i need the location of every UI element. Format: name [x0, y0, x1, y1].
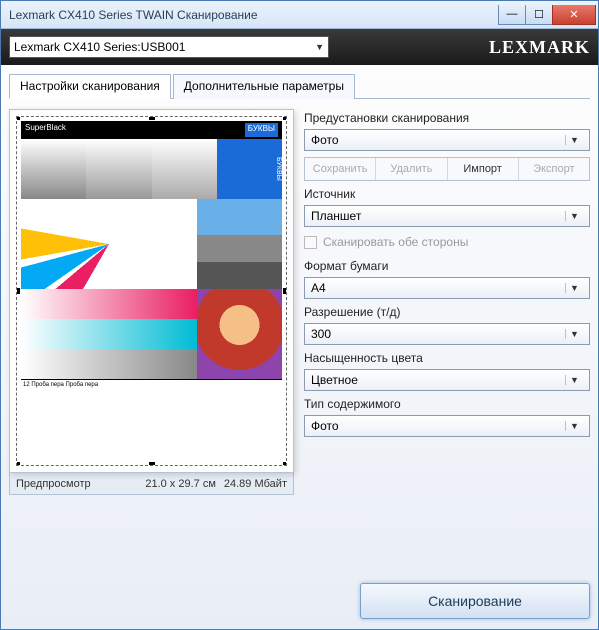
- chevron-down-icon: ▼: [565, 135, 583, 145]
- duplex-label: Сканировать обе стороны: [323, 235, 468, 249]
- brand-logo: LEXMARK: [489, 37, 590, 58]
- chevron-down-icon: ▼: [315, 42, 324, 52]
- preview-column: SuperBlackБУКВЫ БУКВЫ 12 Проба пера Проб…: [9, 109, 294, 583]
- chevron-down-icon: ▼: [565, 421, 583, 431]
- body: Настройки сканирования Дополнительные па…: [1, 65, 598, 629]
- preview-frame: SuperBlackБУКВЫ БУКВЫ 12 Проба пера Проб…: [9, 109, 294, 473]
- device-select-value: Lexmark CX410 Series:USB001: [14, 40, 185, 54]
- preview-status-bar: Предпросмотр 21.0 x 29.7 см 24.89 Мбайт: [9, 473, 294, 495]
- preset-select[interactable]: Фото ▼: [304, 129, 590, 151]
- source-label: Источник: [304, 187, 590, 201]
- import-button[interactable]: Импорт: [448, 158, 519, 180]
- duplex-checkbox-row: Сканировать обе стороны: [304, 235, 590, 249]
- window-title: Lexmark CX410 Series TWAIN Сканирование: [9, 8, 499, 22]
- color-select[interactable]: Цветное ▼: [304, 369, 590, 391]
- crop-handle[interactable]: [16, 116, 20, 120]
- titlebar: Lexmark CX410 Series TWAIN Сканирование …: [1, 1, 598, 29]
- settings-column: Предустановки сканирования Фото ▼ Сохран…: [304, 109, 590, 583]
- preset-label: Предустановки сканирования: [304, 111, 590, 125]
- tab-advanced[interactable]: Дополнительные параметры: [173, 74, 355, 99]
- preset-buttons: Сохранить Удалить Импорт Экспорт: [304, 157, 590, 181]
- delete-button[interactable]: Удалить: [376, 158, 447, 180]
- scan-button[interactable]: Сканирование: [360, 583, 590, 619]
- chevron-down-icon: ▼: [565, 283, 583, 293]
- tabs: Настройки сканирования Дополнительные па…: [9, 73, 590, 99]
- main-window: Lexmark CX410 Series TWAIN Сканирование …: [0, 0, 599, 630]
- source-select[interactable]: Планшет ▼: [304, 205, 590, 227]
- chevron-down-icon: ▼: [565, 329, 583, 339]
- crop-handle[interactable]: [283, 288, 287, 294]
- chevron-down-icon: ▼: [565, 211, 583, 221]
- crop-handle[interactable]: [16, 462, 20, 466]
- minimize-button[interactable]: —: [498, 5, 526, 25]
- preview-label: Предпросмотр: [16, 478, 91, 490]
- duplex-checkbox[interactable]: [304, 236, 317, 249]
- tab-scan-settings[interactable]: Настройки сканирования: [9, 74, 171, 99]
- export-button[interactable]: Экспорт: [519, 158, 589, 180]
- content-type-label: Тип содержимого: [304, 397, 590, 411]
- device-bar: Lexmark CX410 Series:USB001 ▼ LEXMARK: [1, 29, 598, 65]
- preview-image[interactable]: SuperBlackБУКВЫ БУКВЫ 12 Проба пера Проб…: [16, 116, 287, 466]
- preview-dimensions: 21.0 x 29.7 см: [145, 478, 216, 490]
- content: SuperBlackБУКВЫ БУКВЫ 12 Проба пера Проб…: [9, 99, 590, 583]
- test-page: SuperBlackБУКВЫ БУКВЫ 12 Проба пера Проб…: [21, 121, 282, 461]
- crop-handle[interactable]: [283, 462, 287, 466]
- paper-label: Формат бумаги: [304, 259, 590, 273]
- crop-handle[interactable]: [149, 116, 155, 120]
- dpi-label: Разрешение (т/д): [304, 305, 590, 319]
- dpi-select[interactable]: 300 ▼: [304, 323, 590, 345]
- content-type-select[interactable]: Фото ▼: [304, 415, 590, 437]
- maximize-button[interactable]: ☐: [525, 5, 553, 25]
- window-buttons: — ☐ ✕: [499, 5, 596, 25]
- save-button[interactable]: Сохранить: [305, 158, 376, 180]
- chevron-down-icon: ▼: [565, 375, 583, 385]
- color-label: Насыщенность цвета: [304, 351, 590, 365]
- crop-handle[interactable]: [16, 288, 20, 294]
- crop-handle[interactable]: [283, 116, 287, 120]
- device-select[interactable]: Lexmark CX410 Series:USB001 ▼: [9, 36, 329, 58]
- crop-handle[interactable]: [149, 462, 155, 466]
- preview-filesize: 24.89 Мбайт: [224, 478, 287, 490]
- paper-select[interactable]: A4 ▼: [304, 277, 590, 299]
- close-button[interactable]: ✕: [552, 5, 596, 25]
